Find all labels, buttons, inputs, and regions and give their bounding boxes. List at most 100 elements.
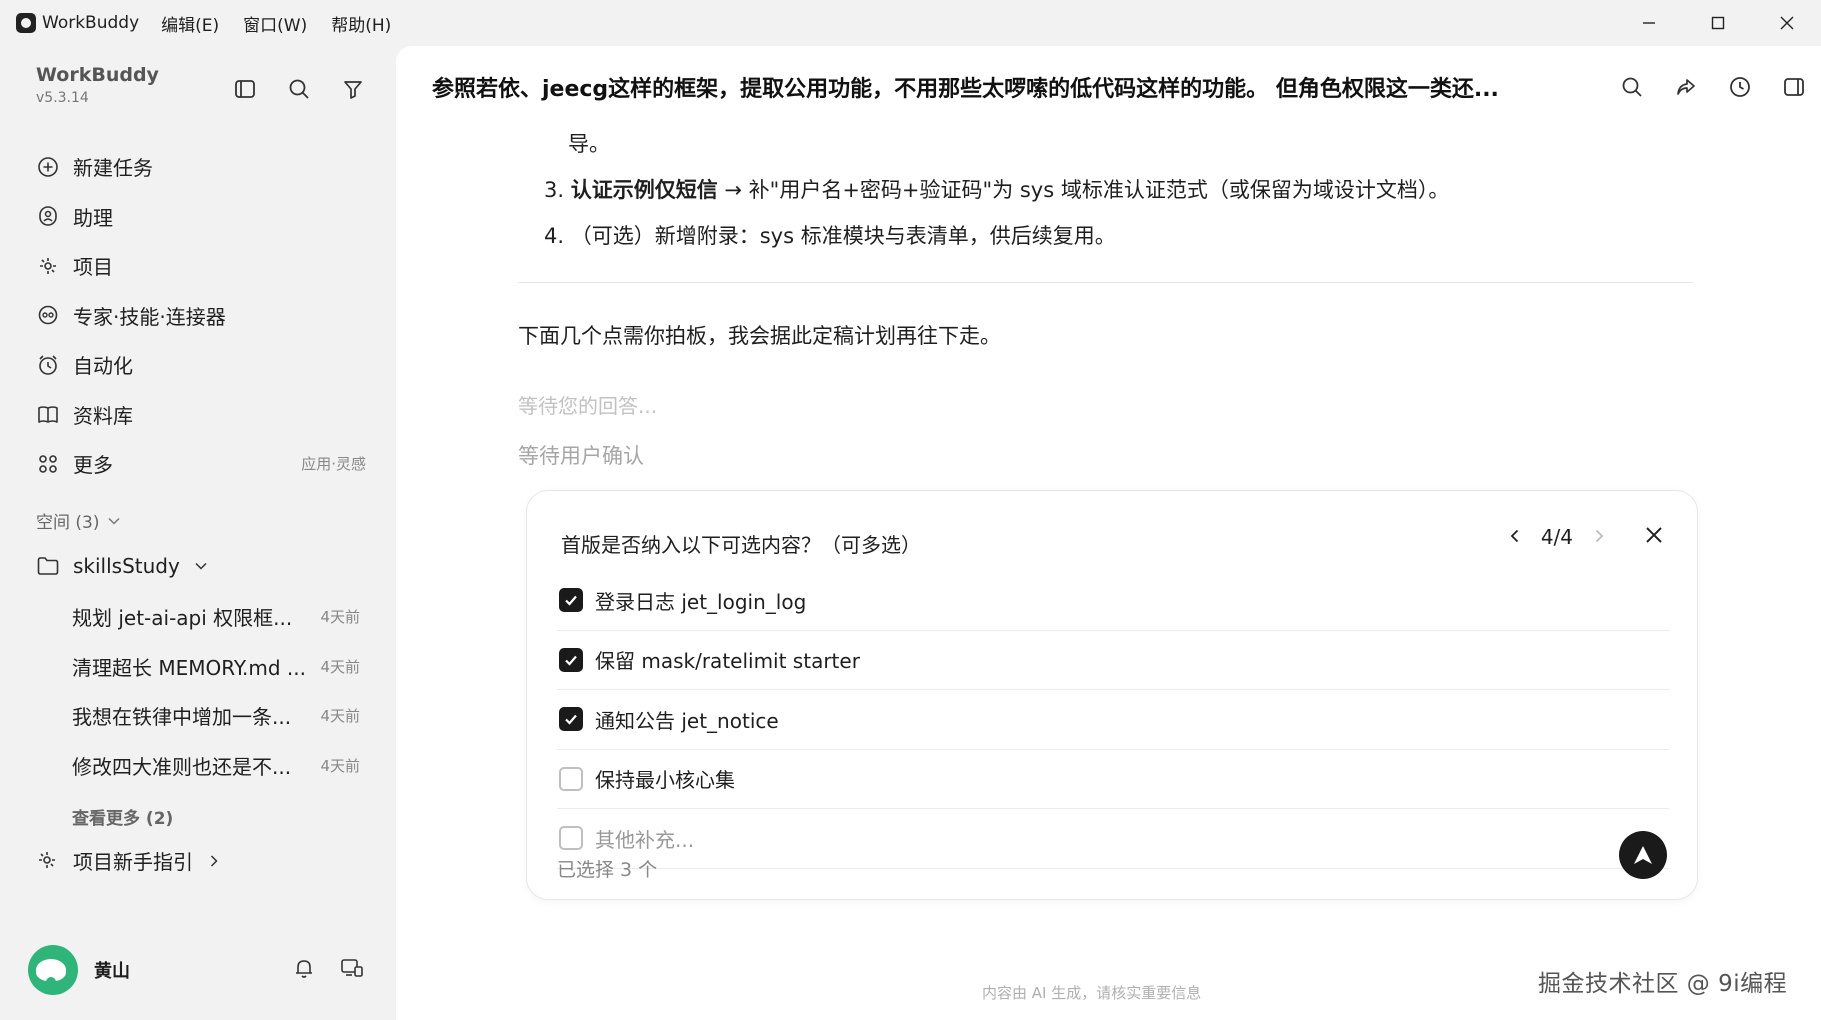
- minimize-icon: [1642, 22, 1655, 24]
- nav-label: 资料库: [73, 403, 133, 428]
- prev-question-button[interactable]: [1507, 525, 1523, 549]
- maximize-button[interactable]: [1683, 0, 1752, 46]
- chevron-right-icon: [1595, 529, 1604, 543]
- thread-item[interactable]: 我想在铁律中增加一条... 4天前: [72, 691, 360, 741]
- question-title: 首版是否纳入以下可选内容？（可多选）: [561, 533, 921, 557]
- nav-project[interactable]: 项目: [36, 241, 366, 291]
- option-minimal-core[interactable]: 保持最小核心集: [557, 750, 1669, 809]
- folder-name: skillsStudy: [73, 554, 180, 578]
- toggle-sidebar-button[interactable]: [230, 74, 260, 104]
- avatar[interactable]: [28, 945, 78, 995]
- message-paragraph: 下面几个点需你拍板，我会据此定稿计划再往下走。: [518, 324, 1001, 348]
- project-guide-item[interactable]: 项目新手指引: [36, 846, 221, 875]
- share-icon: [1677, 79, 1695, 95]
- nav-automation[interactable]: 自动化: [36, 340, 366, 390]
- waiting-confirm-text: 等待用户确认: [518, 444, 644, 468]
- checkbox-unchecked[interactable]: [559, 826, 583, 851]
- nav-assistant[interactable]: 助理: [36, 192, 366, 242]
- menu-window[interactable]: 窗口(W): [243, 11, 307, 36]
- option-label: 登录日志 jet_login_log: [595, 589, 807, 614]
- thread-title: 我想在铁律中增加一条...: [72, 705, 292, 730]
- title-bar: WorkBuddy 编辑(E) 窗口(W) 帮助(H): [0, 0, 1821, 46]
- nav-experts[interactable]: 专家·技能·连接器: [36, 291, 366, 341]
- chevron-right-icon: [210, 854, 218, 867]
- thread-date: 4天前: [320, 756, 360, 775]
- conversation-header: 参照若依、jeecg这样的框架，提取公用功能，不用那些太啰嗦的低代码这样的功能。…: [396, 46, 1821, 128]
- device-icon: [341, 959, 363, 977]
- sidebar: WorkBuddy v5.3.14 新建任务 助理 项目 专家·技能·连接器 自…: [0, 46, 396, 1020]
- user-name: 黄山: [94, 961, 130, 982]
- library-icon: [36, 402, 60, 426]
- nav-more-extra: 应用·灵感: [301, 455, 366, 474]
- notifications-button[interactable]: [292, 956, 316, 984]
- send-arrow-icon: [1634, 846, 1652, 864]
- option-label: 通知公告 jet_notice: [595, 708, 779, 733]
- option-label: 保持最小核心集: [595, 768, 735, 793]
- option-notice[interactable]: 通知公告 jet_notice: [557, 690, 1669, 750]
- menu-edit[interactable]: 编辑(E): [161, 11, 219, 36]
- main-panel: 参照若依、jeecg这样的框架，提取公用功能，不用那些太啰嗦的低代码这样的功能。…: [396, 46, 1821, 1020]
- list-number: 3.: [544, 178, 565, 202]
- nav-library[interactable]: 资料库: [36, 390, 366, 440]
- user-actions: [292, 956, 364, 984]
- sidebar-search-button[interactable]: [284, 74, 314, 104]
- next-question-button[interactable]: [1591, 525, 1607, 549]
- search-icon: [289, 79, 309, 99]
- header-actions: [1617, 72, 1809, 102]
- check-icon: [565, 715, 577, 725]
- question-options: 登录日志 jet_login_log 保留 mask/ratelimit sta…: [557, 571, 1669, 869]
- checkbox-checked[interactable]: [559, 588, 583, 613]
- plus-circle-icon: [36, 155, 60, 179]
- bell-icon: [296, 960, 312, 978]
- thread-date: 4天前: [320, 608, 360, 627]
- nav-new-task[interactable]: 新建任务: [36, 142, 366, 192]
- question-pager: 4/4: [1507, 525, 1663, 549]
- thread-item[interactable]: 修改四大准则也还是不... 4天前: [72, 741, 360, 791]
- option-login-log[interactable]: 登录日志 jet_login_log: [557, 571, 1669, 631]
- search-conversation-button[interactable]: [1617, 72, 1647, 102]
- thread-item[interactable]: 规划 jet-ai-api 权限框... 4天前: [72, 592, 360, 642]
- share-button[interactable]: [1671, 72, 1701, 102]
- close-icon: [1646, 527, 1662, 543]
- list-item-3: 3. 认证示例仅短信 → 补"用户名+密码+验证码"为 sys 域标准认证范式（…: [544, 174, 1449, 204]
- option-other[interactable]: 其他补充...: [557, 809, 1669, 869]
- minimize-button[interactable]: [1614, 0, 1683, 46]
- project-icon: [36, 849, 60, 873]
- option-label: 其他补充...: [595, 827, 695, 852]
- expert-icon: [36, 303, 60, 327]
- nav-label: 助理: [73, 205, 113, 230]
- list-line-tail: 导。: [568, 132, 610, 156]
- space-header-label: 空间 (3): [36, 513, 100, 533]
- space-folder[interactable]: skillsStudy: [36, 554, 366, 578]
- menu-help[interactable]: 帮助(H): [331, 11, 391, 36]
- chevron-left-icon: [1510, 529, 1518, 543]
- option-mask-ratelimit[interactable]: 保留 mask/ratelimit starter: [557, 631, 1669, 690]
- sidebar-tools: [230, 74, 368, 104]
- chevron-down-icon: [195, 562, 207, 570]
- folder-icon: [36, 554, 60, 578]
- space-header[interactable]: 空间 (3): [36, 508, 121, 533]
- project-icon: [36, 254, 60, 278]
- thread-title: 规划 jet-ai-api 权限框...: [72, 606, 293, 631]
- toggle-panel-button[interactable]: [1779, 72, 1809, 102]
- history-button[interactable]: [1725, 72, 1755, 102]
- thread-title: 清理超长 MEMORY.md ...: [72, 655, 306, 680]
- nav-label: 专家·技能·连接器: [73, 304, 226, 329]
- checkbox-checked[interactable]: [559, 707, 583, 732]
- clock-icon: [1730, 77, 1750, 97]
- close-window-button[interactable]: [1752, 0, 1821, 46]
- submit-answer-button[interactable]: [1619, 831, 1667, 879]
- thread-item[interactable]: 清理超长 MEMORY.md ... 4天前: [72, 642, 360, 692]
- watermark: 掘金技术社区 @ 9i编程: [1538, 971, 1788, 997]
- close-question-button[interactable]: [1645, 525, 1663, 549]
- filter-button[interactable]: [338, 74, 368, 104]
- devices-button[interactable]: [340, 956, 364, 984]
- list-item-4: 4. （可选）新增附录：sys 标准模块与表清单，供后续复用。: [544, 224, 1116, 248]
- sidebar-nav: 新建任务 助理 项目 专家·技能·连接器 自动化 资料库 更多 应用·灵感: [36, 142, 366, 489]
- checkbox-unchecked[interactable]: [559, 766, 583, 791]
- nav-more[interactable]: 更多 应用·灵感: [36, 439, 366, 489]
- see-more-link[interactable]: 查看更多 (2): [72, 804, 173, 829]
- maximize-icon: [1711, 16, 1724, 30]
- checkbox-checked[interactable]: [559, 647, 583, 672]
- thread-title: 修改四大准则也还是不...: [72, 754, 292, 779]
